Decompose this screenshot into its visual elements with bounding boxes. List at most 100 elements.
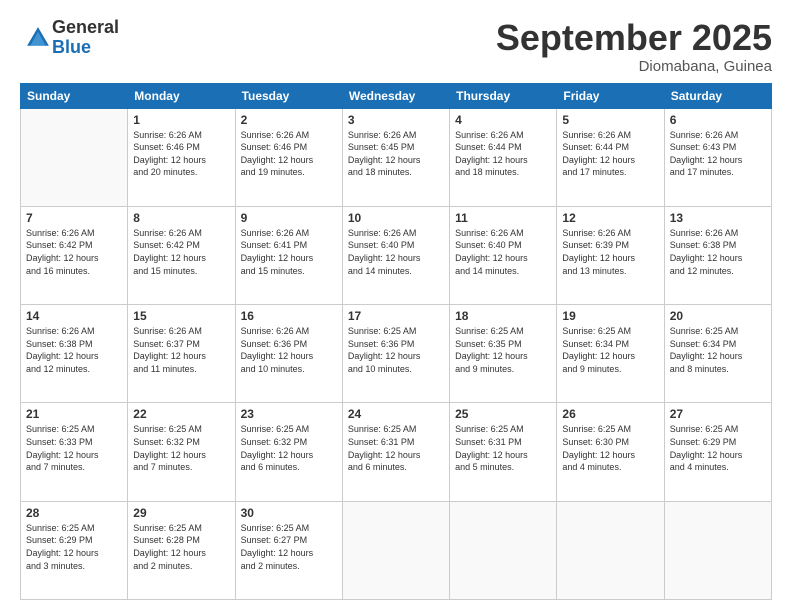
- day-number: 23: [241, 407, 337, 421]
- day-number: 24: [348, 407, 444, 421]
- day-number: 27: [670, 407, 766, 421]
- day-number: 22: [133, 407, 229, 421]
- col-tuesday: Tuesday: [235, 83, 342, 108]
- header: General Blue September 2025 Diomabana, G…: [20, 18, 772, 75]
- day-info: Sunrise: 6:25 AM Sunset: 6:34 PM Dayligh…: [562, 325, 658, 375]
- location: Diomabana, Guinea: [496, 58, 772, 75]
- day-info: Sunrise: 6:25 AM Sunset: 6:29 PM Dayligh…: [26, 522, 122, 572]
- day-info: Sunrise: 6:25 AM Sunset: 6:31 PM Dayligh…: [455, 423, 551, 473]
- calendar-cell: 23 Sunrise: 6:25 AM Sunset: 6:32 PM Dayli…: [235, 403, 342, 501]
- day-info: Sunrise: 6:26 AM Sunset: 6:44 PM Dayligh…: [562, 129, 658, 179]
- calendar-cell: 5 Sunrise: 6:26 AM Sunset: 6:44 PM Daylig…: [557, 108, 664, 206]
- calendar-cell: 19 Sunrise: 6:25 AM Sunset: 6:34 PM Dayli…: [557, 305, 664, 403]
- calendar-cell: 12 Sunrise: 6:26 AM Sunset: 6:39 PM Dayli…: [557, 206, 664, 304]
- day-info: Sunrise: 6:26 AM Sunset: 6:44 PM Dayligh…: [455, 129, 551, 179]
- day-number: 8: [133, 211, 229, 225]
- day-info: Sunrise: 6:25 AM Sunset: 6:32 PM Dayligh…: [241, 423, 337, 473]
- calendar-cell: 11Sunrise: 6:26 AM Sunset: 6:40 PM Dayli…: [450, 206, 557, 304]
- title-area: September 2025 Diomabana, Guinea: [496, 18, 772, 75]
- calendar-cell: 24Sunrise: 6:25 AM Sunset: 6:31 PM Dayli…: [342, 403, 449, 501]
- day-number: 2: [241, 113, 337, 127]
- calendar-cell: 9 Sunrise: 6:26 AM Sunset: 6:41 PM Daylig…: [235, 206, 342, 304]
- logo: General Blue: [20, 18, 119, 58]
- day-number: 9: [241, 211, 337, 225]
- calendar: Sunday Monday Tuesday Wednesday Thursday…: [20, 83, 772, 600]
- day-number: 3: [348, 113, 444, 127]
- day-info: Sunrise: 6:26 AM Sunset: 6:36 PM Dayligh…: [241, 325, 337, 375]
- day-number: 12: [562, 211, 658, 225]
- calendar-cell: 6Sunrise: 6:26 AM Sunset: 6:43 PM Daylig…: [664, 108, 771, 206]
- calendar-cell: 14Sunrise: 6:26 AM Sunset: 6:38 PM Dayli…: [21, 305, 128, 403]
- day-number: 5: [562, 113, 658, 127]
- day-info: Sunrise: 6:25 AM Sunset: 6:28 PM Dayligh…: [133, 522, 229, 572]
- col-sunday: Sunday: [21, 83, 128, 108]
- calendar-cell: 25 Sunrise: 6:25 AM Sunset: 6:31 PM Dayli…: [450, 403, 557, 501]
- calendar-header-row: Sunday Monday Tuesday Wednesday Thursday…: [21, 83, 772, 108]
- logo-text: General Blue: [52, 18, 119, 58]
- calendar-cell: 18 Sunrise: 6:25 AM Sunset: 6:35 PM Dayli…: [450, 305, 557, 403]
- day-number: 10: [348, 211, 444, 225]
- day-info: Sunrise: 6:25 AM Sunset: 6:29 PM Dayligh…: [670, 423, 766, 473]
- day-info: Sunrise: 6:25 AM Sunset: 6:33 PM Dayligh…: [26, 423, 122, 473]
- calendar-cell: [342, 501, 449, 599]
- calendar-cell: [557, 501, 664, 599]
- day-number: 21: [26, 407, 122, 421]
- day-number: 17: [348, 309, 444, 323]
- day-number: 14: [26, 309, 122, 323]
- day-info: Sunrise: 6:25 AM Sunset: 6:35 PM Dayligh…: [455, 325, 551, 375]
- calendar-cell: 30 Sunrise: 6:25 AM Sunset: 6:27 PM Dayli…: [235, 501, 342, 599]
- day-number: 28: [26, 506, 122, 520]
- calendar-cell: 2 Sunrise: 6:26 AM Sunset: 6:46 PM Daylig…: [235, 108, 342, 206]
- page: General Blue September 2025 Diomabana, G…: [0, 0, 792, 612]
- calendar-cell: 16Sunrise: 6:26 AM Sunset: 6:36 PM Dayli…: [235, 305, 342, 403]
- calendar-cell: [450, 501, 557, 599]
- calendar-cell: [21, 108, 128, 206]
- calendar-cell: 20Sunrise: 6:25 AM Sunset: 6:34 PM Dayli…: [664, 305, 771, 403]
- col-wednesday: Wednesday: [342, 83, 449, 108]
- calendar-cell: 8Sunrise: 6:26 AM Sunset: 6:42 PM Daylig…: [128, 206, 235, 304]
- day-info: Sunrise: 6:26 AM Sunset: 6:41 PM Dayligh…: [241, 227, 337, 277]
- calendar-cell: 21 Sunrise: 6:25 AM Sunset: 6:33 PM Dayli…: [21, 403, 128, 501]
- calendar-week-3: 21 Sunrise: 6:25 AM Sunset: 6:33 PM Dayli…: [21, 403, 772, 501]
- calendar-cell: [664, 501, 771, 599]
- calendar-cell: 15Sunrise: 6:26 AM Sunset: 6:37 PM Dayli…: [128, 305, 235, 403]
- col-friday: Friday: [557, 83, 664, 108]
- day-number: 26: [562, 407, 658, 421]
- day-info: Sunrise: 6:26 AM Sunset: 6:37 PM Dayligh…: [133, 325, 229, 375]
- day-number: 13: [670, 211, 766, 225]
- day-info: Sunrise: 6:26 AM Sunset: 6:39 PM Dayligh…: [562, 227, 658, 277]
- day-number: 19: [562, 309, 658, 323]
- calendar-week-4: 28 Sunrise: 6:25 AM Sunset: 6:29 PM Dayli…: [21, 501, 772, 599]
- calendar-cell: 22Sunrise: 6:25 AM Sunset: 6:32 PM Dayli…: [128, 403, 235, 501]
- logo-blue: Blue: [52, 38, 119, 58]
- calendar-cell: 7 Sunrise: 6:26 AM Sunset: 6:42 PM Daylig…: [21, 206, 128, 304]
- day-info: Sunrise: 6:25 AM Sunset: 6:27 PM Dayligh…: [241, 522, 337, 572]
- calendar-cell: 4Sunrise: 6:26 AM Sunset: 6:44 PM Daylig…: [450, 108, 557, 206]
- calendar-cell: 28 Sunrise: 6:25 AM Sunset: 6:29 PM Dayli…: [21, 501, 128, 599]
- day-number: 1: [133, 113, 229, 127]
- day-info: Sunrise: 6:25 AM Sunset: 6:30 PM Dayligh…: [562, 423, 658, 473]
- calendar-cell: 13Sunrise: 6:26 AM Sunset: 6:38 PM Dayli…: [664, 206, 771, 304]
- day-number: 30: [241, 506, 337, 520]
- calendar-cell: 29 Sunrise: 6:25 AM Sunset: 6:28 PM Dayli…: [128, 501, 235, 599]
- logo-general: General: [52, 18, 119, 38]
- day-info: Sunrise: 6:26 AM Sunset: 6:45 PM Dayligh…: [348, 129, 444, 179]
- day-info: Sunrise: 6:25 AM Sunset: 6:34 PM Dayligh…: [670, 325, 766, 375]
- calendar-cell: 17Sunrise: 6:25 AM Sunset: 6:36 PM Dayli…: [342, 305, 449, 403]
- logo-icon: [24, 24, 52, 52]
- day-number: 25: [455, 407, 551, 421]
- calendar-week-2: 14Sunrise: 6:26 AM Sunset: 6:38 PM Dayli…: [21, 305, 772, 403]
- day-number: 18: [455, 309, 551, 323]
- day-number: 11: [455, 211, 551, 225]
- day-number: 7: [26, 211, 122, 225]
- day-info: Sunrise: 6:26 AM Sunset: 6:42 PM Dayligh…: [26, 227, 122, 277]
- calendar-cell: 1Sunrise: 6:26 AM Sunset: 6:46 PM Daylig…: [128, 108, 235, 206]
- day-number: 29: [133, 506, 229, 520]
- day-info: Sunrise: 6:26 AM Sunset: 6:43 PM Dayligh…: [670, 129, 766, 179]
- day-info: Sunrise: 6:26 AM Sunset: 6:46 PM Dayligh…: [241, 129, 337, 179]
- col-thursday: Thursday: [450, 83, 557, 108]
- day-info: Sunrise: 6:26 AM Sunset: 6:40 PM Dayligh…: [348, 227, 444, 277]
- col-saturday: Saturday: [664, 83, 771, 108]
- month-title: September 2025: [496, 18, 772, 58]
- calendar-week-0: 1 Sunrise: 6:26 AM Sunset: 6:46 PM Daylig…: [21, 108, 772, 206]
